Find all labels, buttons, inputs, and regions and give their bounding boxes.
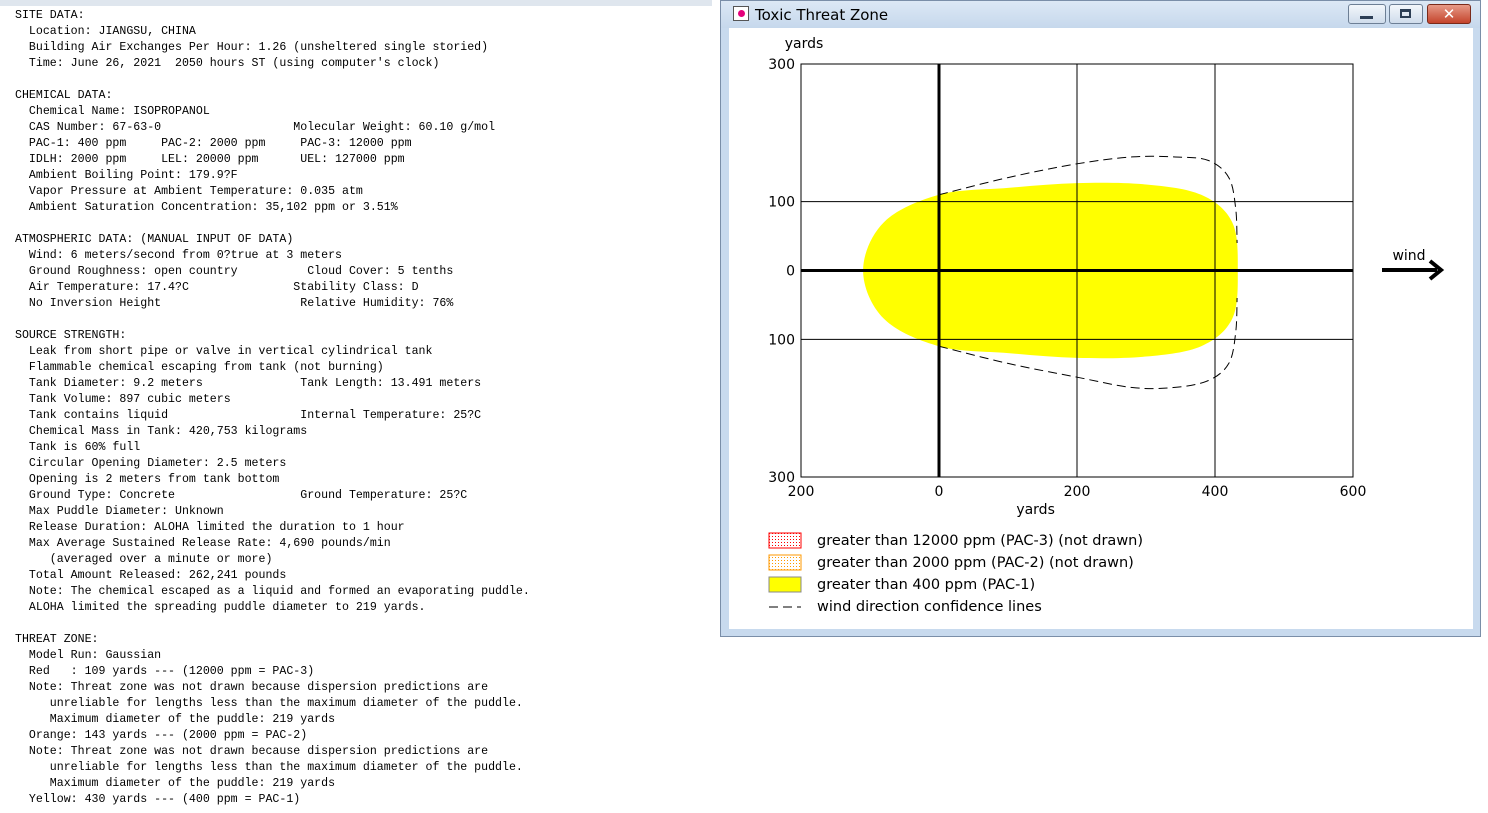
report-line: Yellow: 430 yards --- (400 ppm = PAC-1) (15, 793, 301, 806)
threat-zone-window: Toxic Threat Zone ✕ yards yards 300 100 0 100… (720, 0, 1481, 637)
report-line (15, 312, 530, 328)
report-line: Vapor Pressure at Ambient Temperature: 0… (15, 185, 363, 198)
report-line: SOURCE STRENGTH: (15, 329, 127, 342)
y-tick-label: 100 (768, 195, 795, 211)
aloha-app-icon[interactable] (733, 6, 749, 21)
report-line: Red : 109 yards --- (12000 ppm = PAC-3) (15, 665, 315, 678)
maximize-icon (1400, 9, 1411, 18)
report-line: Note: Threat zone was not drawn because … (15, 681, 489, 694)
report-line: Building Air Exchanges Per Hour: 1.26 (u… (15, 41, 489, 54)
report-line: Note: Threat zone was not drawn because … (15, 745, 489, 758)
report-line: Release Duration: ALOHA limited the dura… (15, 521, 405, 534)
window-title: Toxic Threat Zone (755, 6, 889, 24)
legend-label: greater than 12000 ppm (PAC-3) (not draw… (817, 533, 1143, 549)
report-line: unreliable for lengths less than the max… (15, 697, 523, 710)
text-summary-panel: SITE DATA: Location: JIANGSU, CHINA Buil… (0, 0, 712, 813)
title-bar[interactable]: Toxic Threat Zone ✕ (721, 1, 1480, 28)
wind-label: wind (1392, 248, 1425, 264)
report-line: Ground Roughness: open country Cloud Cov… (15, 265, 454, 278)
report-line: Chemical Mass in Tank: 420,753 kilograms (15, 425, 308, 438)
x-tick-label: 200 (1064, 484, 1091, 500)
legend-label: greater than 2000 ppm (PAC-2) (not drawn… (817, 555, 1134, 571)
report-line: Ground Type: Concrete Ground Temperature… (15, 489, 468, 502)
x-tick-label: 400 (1202, 484, 1229, 500)
legend-swatch (768, 576, 802, 593)
x-tick-label: 0 (935, 484, 944, 500)
report-text: SITE DATA: Location: JIANGSU, CHINA Buil… (15, 8, 530, 808)
report-line: THREAT ZONE: (15, 633, 99, 646)
report-line: Wind: 6 meters/second from 0?true at 3 m… (15, 249, 342, 262)
legend-label: greater than 400 ppm (PAC-1) (817, 577, 1035, 593)
report-line: PAC-1: 400 ppm PAC-2: 2000 ppm PAC-3: 12… (15, 137, 412, 150)
y-tick-label: 100 (768, 332, 795, 348)
report-line: Note: The chemical escaped as a liquid a… (15, 585, 530, 598)
report-line: Tank Volume: 897 cubic meters (15, 393, 231, 406)
report-line: Tank contains liquid Internal Temperatur… (15, 409, 482, 422)
report-line (15, 72, 530, 88)
minimize-button[interactable] (1348, 4, 1386, 24)
minimize-icon (1360, 16, 1373, 19)
report-line: Air Temperature: 17.4?C Stability Class:… (15, 281, 419, 294)
report-line: Max Puddle Diameter: Unknown (15, 505, 224, 518)
report-line: CAS Number: 67-63-0 Molecular Weight: 60… (15, 121, 496, 134)
chart-area: yards yards 300 100 0 100 300 200 0 200 400 600 wind… (729, 28, 1473, 629)
report-line: (averaged over a minute or more) (15, 553, 273, 566)
report-line: Ambient Saturation Concentration: 35,102… (15, 201, 398, 214)
report-line: Leak from short pipe or valve in vertica… (15, 345, 433, 358)
report-line: IDLH: 2000 ppm LEL: 20000 ppm UEL: 12700… (15, 153, 405, 166)
report-line: Opening is 2 meters from tank bottom (15, 473, 280, 486)
report-line: Tank Diameter: 9.2 meters Tank Length: 1… (15, 377, 482, 390)
report-line: Location: JIANGSU, CHINA (15, 25, 196, 38)
report-line: Time: June 26, 2021 2050 hours ST (using… (15, 57, 440, 70)
report-line: ATMOSPHERIC DATA: (MANUAL INPUT OF DATA) (15, 233, 294, 246)
y-tick-label: 300 (768, 57, 795, 73)
y-tick-label: 0 (786, 264, 795, 280)
report-line: Flammable chemical escaping from tank (n… (15, 361, 384, 374)
report-line: Model Run: Gaussian (15, 649, 162, 662)
panel-top-strip (0, 0, 712, 6)
report-line: Ambient Boiling Point: 179.9?F (15, 169, 238, 182)
report-line: Maximum diameter of the puddle: 219 yard… (15, 777, 336, 790)
legend-label: wind direction confidence lines (817, 599, 1042, 615)
report-line: Tank is 60% full (15, 441, 141, 454)
report-line: unreliable for lengths less than the max… (15, 761, 523, 774)
report-line: SITE DATA: (15, 9, 85, 22)
report-line: Max Average Sustained Release Rate: 4,69… (15, 537, 391, 550)
report-line (15, 216, 530, 232)
report-line: ALOHA limited the spreading puddle diame… (15, 601, 426, 614)
x-axis-label: yards (1016, 502, 1055, 518)
maximize-button[interactable] (1389, 4, 1423, 24)
y-axis-label: yards (785, 36, 824, 52)
report-line: Circular Opening Diameter: 2.5 meters (15, 457, 287, 470)
legend-swatch (768, 554, 802, 571)
report-line: Total Amount Released: 262,241 pounds (15, 569, 287, 582)
report-line (15, 616, 530, 632)
report-line: CHEMICAL DATA: (15, 89, 113, 102)
close-icon: ✕ (1442, 5, 1456, 23)
report-line: Maximum diameter of the puddle: 219 yard… (15, 713, 336, 726)
report-line: No Inversion Height Relative Humidity: 7… (15, 297, 454, 310)
x-tick-label: 200 (788, 484, 815, 500)
x-tick-label: 600 (1340, 484, 1367, 500)
report-line: Orange: 143 yards --- (2000 ppm = PAC-2) (15, 729, 308, 742)
report-line: Chemical Name: ISOPROPANOL (15, 105, 210, 118)
close-button[interactable]: ✕ (1427, 4, 1471, 24)
threat-zone-plot: yardsyards3001000100300200 0 200 400 600wind… (768, 36, 1445, 615)
legend-swatch (768, 532, 802, 549)
